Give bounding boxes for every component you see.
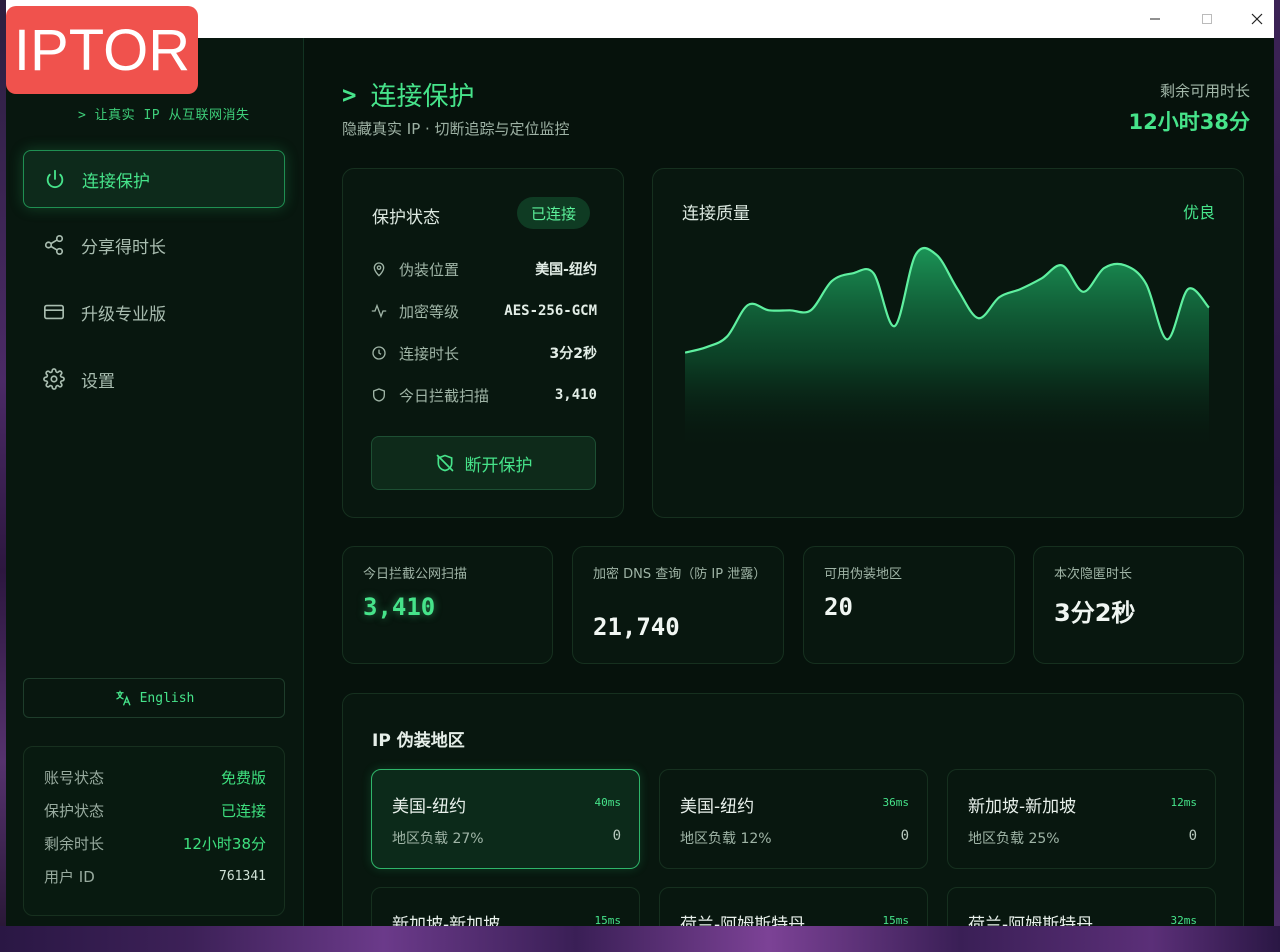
status-badge: 已连接 — [517, 197, 591, 229]
desktop-background-right — [1274, 0, 1280, 952]
remaining-time-label: 剩余可用时长 — [1159, 82, 1250, 100]
power-icon — [44, 168, 66, 190]
stat-value: 3分2秒 — [1054, 599, 1136, 627]
account-row-remaining: 剩余时长 12小时38分 — [44, 834, 266, 853]
stat-value: 3,410 — [363, 593, 436, 621]
stat-card-hidden-duration: 本次隐匿时长 3分2秒 — [1033, 546, 1244, 664]
region-card[interactable]: 荷兰-阿姆斯特丹 15ms — [659, 887, 928, 926]
app-logo: IPTOR — [6, 6, 198, 94]
sidebar-item-label: 分享得时长 — [81, 237, 166, 258]
chart-area — [685, 248, 1209, 451]
clock-icon — [371, 345, 389, 361]
share-icon — [43, 234, 65, 256]
account-panel: 账号状态 免费版 保护状态 已连接 剩余时长 12小时38分 用户 ID 761… — [23, 746, 285, 916]
maximize-button[interactable] — [1184, 0, 1230, 38]
quality-title: 连接质量 — [682, 204, 750, 224]
ip-regions-panel: IP 伪装地区 美国-纽约 40ms 地区负载 27% 0 美国-纽约 36ms… — [342, 693, 1244, 926]
page-subtitle: 隐藏真实 IP · 切断追踪与定位监控 — [342, 120, 570, 138]
stat-value: 20 — [824, 593, 853, 621]
activity-icon — [371, 303, 389, 319]
shield-off-icon — [435, 453, 455, 473]
sidebar: > 让真实 IP 从互联网消失 连接保护 分享得时长 升级专业版 设置 Engl… — [6, 38, 304, 926]
stat-card-dns-queries: 加密 DNS 查询（防 IP 泄露） 21,740 — [572, 546, 784, 664]
region-card[interactable]: 新加坡-新加坡 12ms 地区负载 25% 0 — [947, 769, 1216, 869]
info-row-blocked-scans: 今日拦截扫描 3,410 — [371, 383, 597, 407]
account-row-protection: 保护状态 已连接 — [44, 801, 266, 820]
connection-quality-card: 连接质量 优良 — [652, 168, 1244, 518]
disconnect-button[interactable]: 断开保护 — [371, 436, 596, 490]
remaining-time-value: 12小时38分 — [1128, 110, 1250, 134]
close-button[interactable] — [1234, 0, 1274, 38]
status-card-title: 保护状态 — [372, 208, 440, 228]
stat-label: 加密 DNS 查询（防 IP 泄露） — [593, 567, 767, 582]
shield-icon — [371, 387, 389, 403]
credit-card-icon — [43, 301, 65, 323]
stat-value: 21,740 — [593, 613, 680, 641]
account-row-plan: 账号状态 免费版 — [44, 768, 266, 787]
info-row-encryption: 加密等级 AES-256-GCM — [371, 299, 597, 323]
sidebar-item-label: 连接保护 — [82, 171, 150, 192]
quality-value: 优良 — [1182, 203, 1215, 222]
minimize-button[interactable] — [1132, 0, 1178, 38]
stat-card-blocked-scans: 今日拦截公网扫描 3,410 — [342, 546, 553, 664]
protection-status-card: 保护状态 已连接 伪装位置 美国-纽约 加密等级 AES-256-GCM 连接时… — [342, 168, 624, 518]
page-title: > 连接保护 — [342, 80, 475, 113]
tagline: > 让真实 IP 从互联网消失 — [78, 108, 250, 123]
app-window: IPTOR > 让真实 IP 从互联网消失 连接保护 分享得时长 升级专业版 设… — [6, 0, 1274, 926]
regions-title: IP 伪装地区 — [372, 731, 465, 751]
chevron-right-icon: > — [342, 80, 357, 109]
maximize-icon — [1202, 14, 1212, 24]
minimize-icon — [1150, 18, 1160, 20]
stat-label: 今日拦截公网扫描 — [363, 567, 468, 582]
translate-icon — [114, 689, 132, 707]
quality-area-chart — [685, 246, 1210, 451]
region-card[interactable]: 美国-纽约 36ms 地区负载 12% 0 — [659, 769, 928, 869]
account-row-user-id: 用户 ID 761341 — [44, 867, 266, 886]
sidebar-item-label: 升级专业版 — [81, 304, 166, 325]
sidebar-item-settings[interactable]: 设置 — [23, 350, 285, 408]
info-row-duration: 连接时长 3分2秒 — [371, 341, 597, 365]
close-icon — [1251, 13, 1263, 25]
language-label: English — [139, 690, 195, 706]
sidebar-item-connection-protection[interactable]: 连接保护 — [23, 150, 285, 208]
sidebar-item-upgrade[interactable]: 升级专业版 — [23, 283, 285, 341]
location-pin-icon — [371, 261, 389, 277]
region-card[interactable]: 新加坡-新加坡 15ms — [371, 887, 640, 926]
stat-label: 可用伪装地区 — [824, 567, 903, 582]
language-button[interactable]: English — [23, 678, 285, 718]
region-card[interactable]: 荷兰-阿姆斯特丹 32ms — [947, 887, 1216, 926]
sidebar-item-share[interactable]: 分享得时长 — [23, 216, 285, 274]
stat-card-regions: 可用伪装地区 20 — [803, 546, 1015, 664]
stat-label: 本次隐匿时长 — [1054, 567, 1133, 582]
info-row-location: 伪装位置 美国-纽约 — [371, 257, 597, 281]
gear-icon — [43, 368, 65, 390]
region-card[interactable]: 美国-纽约 40ms 地区负载 27% 0 — [371, 769, 640, 869]
sidebar-item-label: 设置 — [81, 371, 115, 392]
desktop-background-bottom — [0, 926, 1280, 952]
main-content: > 连接保护 隐藏真实 IP · 切断追踪与定位监控 剩余可用时长 12小时38… — [304, 38, 1274, 926]
